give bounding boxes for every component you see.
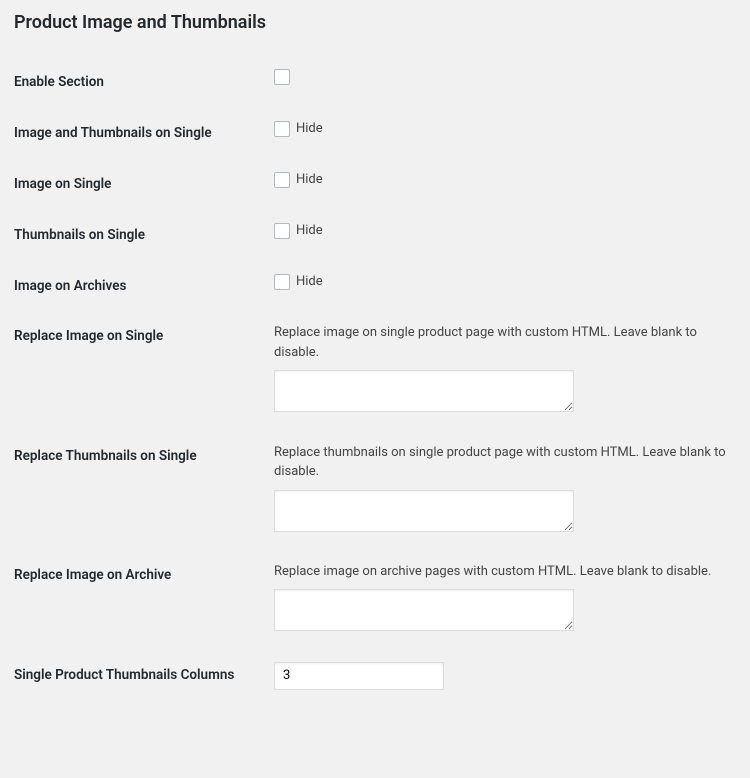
checkbox-text-image-single: Hide: [296, 171, 323, 189]
label-image-single: Image on Single: [14, 159, 274, 210]
checkbox-thumbs-single[interactable]: [274, 223, 290, 239]
settings-table: Enable Section Image and Thumbnails on S…: [14, 57, 736, 702]
desc-replace-image-single: Replace image on single product page wit…: [274, 323, 736, 362]
checkbox-image-thumbs-single[interactable]: [274, 121, 290, 137]
label-thumbs-single: Thumbnails on Single: [14, 210, 274, 261]
textarea-replace-image-single[interactable]: [274, 370, 574, 412]
label-replace-image-archive: Replace Image on Archive: [14, 550, 274, 650]
checkbox-enable-section[interactable]: [274, 69, 290, 85]
textarea-replace-thumbs-single[interactable]: [274, 490, 574, 532]
label-image-archives: Image on Archives: [14, 261, 274, 312]
label-replace-thumbs-single: Replace Thumbnails on Single: [14, 431, 274, 550]
checkbox-image-single[interactable]: [274, 172, 290, 188]
textarea-replace-image-archive[interactable]: [274, 589, 574, 631]
label-replace-image-single: Replace Image on Single: [14, 311, 274, 430]
checkbox-image-archives[interactable]: [274, 274, 290, 290]
label-thumbs-columns: Single Product Thumbnails Columns: [14, 650, 274, 702]
label-image-thumbs-single: Image and Thumbnails on Single: [14, 108, 274, 159]
checkbox-text-image-archives: Hide: [296, 273, 323, 291]
desc-replace-image-archive: Replace image on archive pages with cust…: [274, 562, 736, 582]
input-thumbs-columns[interactable]: [274, 662, 444, 690]
checkbox-text-thumbs-single: Hide: [296, 222, 323, 240]
desc-replace-thumbs-single: Replace thumbnails on single product pag…: [274, 443, 736, 482]
checkbox-text-image-thumbs-single: Hide: [296, 120, 323, 138]
section-title: Product Image and Thumbnails: [14, 12, 736, 33]
label-enable-section: Enable Section: [14, 57, 274, 108]
